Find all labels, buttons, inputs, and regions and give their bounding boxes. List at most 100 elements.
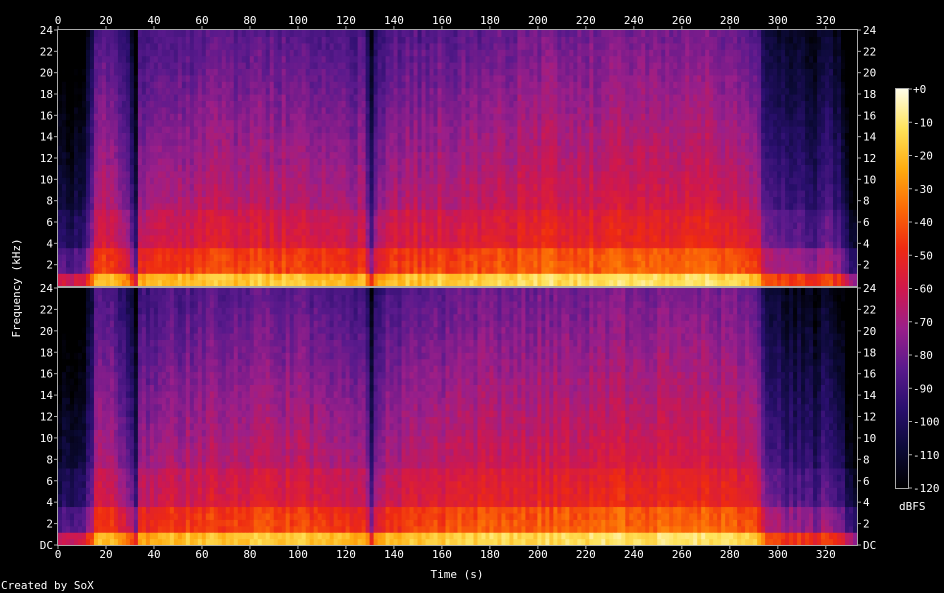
spectrogram-cell-ch1 (437, 190, 443, 197)
spectrogram-cell-ch1 (58, 190, 63, 197)
spectrogram-cell-ch1 (101, 158, 107, 165)
spectrogram-cell-ch1 (321, 55, 327, 63)
spectrogram-cell-ch1 (505, 55, 511, 63)
spectrogram-cell-ch1 (197, 158, 203, 165)
spectrogram-cell-ch1 (485, 254, 491, 261)
spectrogram-cell-ch1 (58, 266, 63, 274)
spectrogram-cell-ch1 (533, 209, 538, 217)
spectrogram-cell-ch1 (177, 151, 183, 159)
spectrogram-cell-ch1 (65, 62, 71, 69)
spectrogram-cell-ch1 (233, 209, 239, 217)
spectrogram-cell-ch1 (133, 49, 139, 57)
spectrogram-cell-ch1 (493, 241, 499, 249)
spectrogram-cell-ch1 (317, 74, 323, 82)
spectrogram-cell-ch1 (249, 55, 255, 63)
spectrogram-cell-ch1 (445, 279, 451, 287)
spectrogram-cell-ch1 (289, 260, 295, 268)
spectrogram-cell-ch1 (441, 42, 447, 50)
spectrogram-cell-ch1 (253, 183, 259, 191)
spectrogram-cell-ch1 (301, 138, 307, 146)
spectrogram-cell-ch1 (225, 42, 231, 50)
spectrogram-cell-ch1 (221, 234, 227, 242)
spectrogram-cell-ch1 (361, 132, 367, 140)
spectrogram-cell-ch1 (185, 49, 191, 57)
spectrogram-cell-ch1 (189, 170, 195, 178)
spectrogram-cell-ch1 (129, 215, 135, 223)
spectrogram-cell-ch1 (301, 62, 307, 69)
spectrogram-cell-ch1 (105, 74, 111, 82)
spectrogram-cell-ch1 (489, 241, 495, 249)
spectrogram-cell-ch1 (97, 36, 103, 44)
spectrogram-cell-ch1 (261, 55, 267, 63)
spectrogram-cell-ch1 (481, 42, 487, 50)
spectrogram-cell-ch1 (457, 190, 463, 197)
spectrogram-cell-ch1 (69, 119, 75, 127)
spectrogram-cell-ch1 (373, 260, 379, 268)
spectrogram-cell-ch1 (281, 177, 287, 185)
spectrogram-cell-ch1 (353, 266, 359, 274)
spectrogram-cell-ch1 (373, 119, 379, 127)
spectrogram-cell-ch1 (197, 138, 203, 146)
spectrogram-cell-ch1 (149, 279, 155, 287)
spectrogram-cell-ch1 (237, 266, 243, 274)
spectrogram-cell-ch1 (209, 74, 215, 82)
spectrogram-cell-ch1 (301, 106, 307, 114)
spectrogram-cell-ch1 (445, 36, 451, 44)
spectrogram-cell-ch1 (513, 177, 519, 185)
spectrogram-cell-ch1 (553, 177, 558, 185)
spectrogram-cell-ch1 (489, 106, 495, 114)
spectrogram-cell-ch1 (221, 215, 227, 223)
spectrogram-cell-ch1 (257, 49, 263, 57)
spectrogram-cell-ch1 (261, 145, 267, 153)
spectrogram-cell-ch1 (485, 49, 491, 57)
spectrogram-cell-ch1 (113, 126, 119, 133)
spectrogram-cell-ch1 (473, 100, 479, 108)
spectrogram-cell-ch1 (525, 273, 530, 281)
spectrogram-cell-ch1 (117, 177, 123, 185)
spectrogram-cell-ch1 (529, 209, 534, 217)
spectrogram-cell-ch1 (109, 190, 115, 197)
spectrogram-cell-ch1 (249, 62, 255, 69)
spectrogram-cell-ch1 (109, 183, 115, 191)
spectrogram-cell-ch1 (473, 260, 479, 268)
spectrogram-cell-ch1 (285, 190, 291, 197)
spectrogram-cell-ch1 (309, 215, 315, 223)
spectrogram-cell-ch1 (69, 126, 75, 133)
spectrogram-cell-ch1 (153, 94, 159, 101)
spectrogram-cell-ch1 (369, 228, 375, 236)
spectrogram-cell-ch1 (437, 55, 443, 63)
spectrogram-cell-ch1 (197, 74, 203, 82)
spectrogram-cell-ch1 (249, 94, 255, 101)
spectrogram-cell-ch1 (489, 74, 495, 82)
spectrogram-cell-ch1 (393, 68, 399, 76)
spectrogram-cell-ch1 (437, 132, 443, 140)
spectrogram-cell-ch1 (109, 100, 115, 108)
spectrogram-cell-ch1 (85, 119, 91, 127)
spectrogram-cell-ch1 (345, 36, 351, 44)
spectrogram-cell-ch1 (253, 81, 259, 89)
spectrogram-cell-ch1 (309, 222, 315, 229)
spectrogram-cell-ch1 (257, 241, 263, 249)
spectrogram-cell-ch1 (249, 113, 255, 121)
spectrogram-cell-ch1 (401, 241, 407, 249)
spectrogram-cell-ch1 (261, 222, 267, 229)
spectrogram-cell-ch1 (197, 119, 203, 127)
spectrogram-cell-ch1 (517, 87, 523, 95)
spectrogram-cell-ch1 (381, 100, 387, 108)
spectrogram-cell-ch1 (181, 30, 187, 37)
spectrogram-cell-ch1 (373, 62, 379, 69)
spectrogram-cell-ch1 (429, 62, 435, 69)
spectrogram-cell-ch1 (277, 196, 283, 204)
spectrogram-cell-ch1 (121, 158, 127, 165)
spectrogram-cell-ch1 (81, 30, 87, 37)
spectrogram-cell-ch1 (485, 183, 491, 191)
spectrogram-cell-ch1 (257, 260, 263, 268)
spectrogram-cell-ch1 (297, 68, 303, 76)
spectrogram-cell-ch1 (161, 196, 167, 204)
spectrogram-cell-ch1 (449, 273, 455, 281)
spectrogram-cell-ch1 (309, 62, 315, 69)
spectrogram-cell-ch1 (113, 42, 119, 50)
spectrogram-cell-ch1 (537, 138, 542, 146)
spectrogram-cell-ch1 (417, 209, 423, 217)
spectrogram-cell-ch1 (173, 222, 179, 229)
